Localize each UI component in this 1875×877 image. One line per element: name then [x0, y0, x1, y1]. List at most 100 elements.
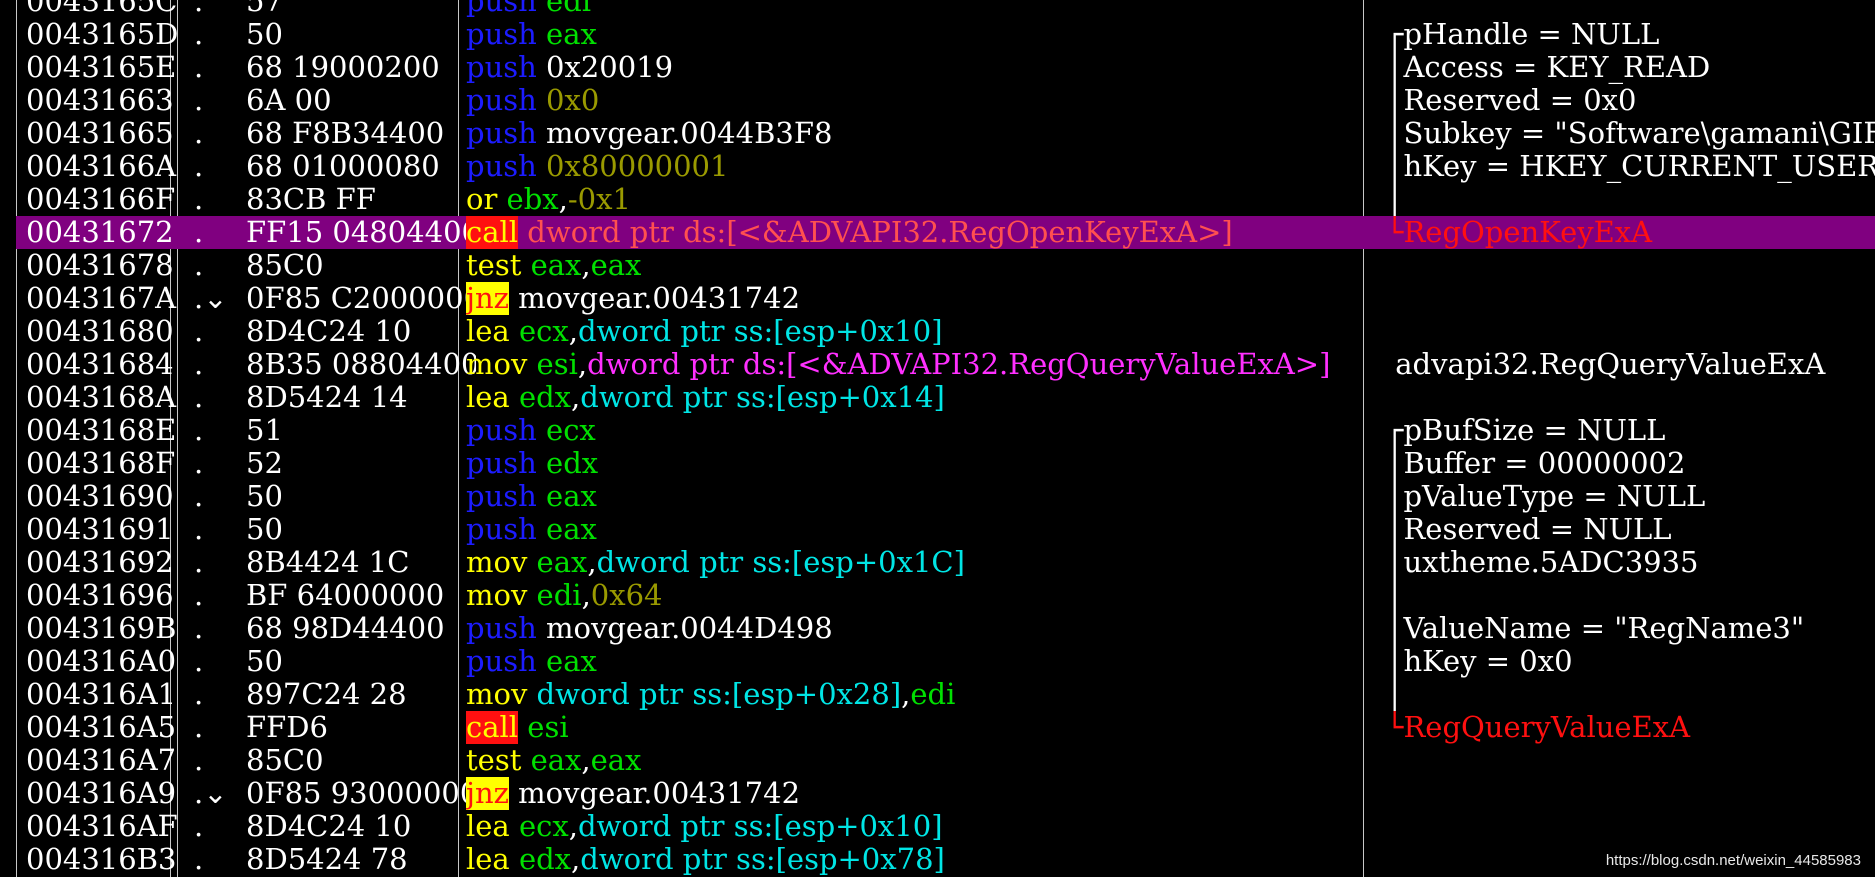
watermark: https://blog.csdn.net/weixin_44585983 — [1605, 852, 1861, 869]
comment-cell: │pValueType = NULL — [1386, 480, 1706, 513]
flow-marker: . — [194, 51, 204, 84]
instruction-row[interactable]: 0043165D. 50 push eax ┌pHandle = NULL — [16, 18, 1875, 51]
operand: dword ptr ss:[esp+0x10] — [577, 315, 943, 348]
instruction-row[interactable]: 004316A5. FFD6 call esi └RegQueryValueExA — [16, 711, 1875, 744]
address-cell: 004316A7 — [26, 744, 177, 777]
mnemonic: lea — [466, 810, 510, 843]
flow-marker: . — [194, 612, 204, 645]
operand: eax — [590, 249, 642, 282]
hex-bytes-cell: FFD6 — [246, 711, 328, 744]
instruction-row[interactable]: 004316A1. 897C24 28 mov dword ptr ss:[esp+… — [16, 678, 1875, 711]
hex-bytes-cell: 50 — [246, 645, 283, 678]
hex-bytes-cell: 8D5424 78 — [246, 843, 408, 876]
disassembly-cell: push edi — [466, 0, 1366, 18]
address-cell: 004316A1 — [26, 678, 177, 711]
hex-bytes-cell: 85C0 — [246, 249, 324, 282]
mnemonic: push — [466, 513, 537, 546]
hex-bytes-cell: 6A 00 — [246, 84, 332, 117]
hex-bytes-cell: 50 — [246, 513, 283, 546]
flow-marker: . — [194, 480, 204, 513]
comment-cell — [1386, 249, 1875, 282]
flow-marker: . — [194, 744, 204, 777]
instruction-row[interactable]: 0043166F. 83CB FF or ebx,-0x1 │ — [16, 183, 1875, 216]
mnemonic: push — [466, 0, 537, 18]
operand: edi — [910, 678, 956, 711]
mnemonic: push — [466, 84, 537, 117]
comment-cell — [1386, 282, 1875, 315]
mnemonic: test — [466, 249, 522, 282]
mnemonic: push — [466, 18, 537, 51]
hex-bytes-cell: 68 F8B34400 — [246, 117, 445, 150]
operand: eax — [536, 645, 597, 678]
flow-marker: . — [194, 150, 204, 183]
flow-marker: . — [194, 678, 204, 711]
instruction-row[interactable]: 004316A9 .⌄ 0F85 93000000 jnz movgear.00431… — [16, 777, 1875, 810]
instruction-row[interactable]: 00431663. 6A 00 push 0x0 │Reserved = 0x0 — [16, 84, 1875, 117]
operand: 0x20019 — [536, 51, 674, 84]
address-cell: 00431678 — [26, 249, 174, 282]
disassembly-cell: push 0x80000001 — [466, 150, 1366, 183]
instruction-row[interactable]: 00431665. 68 F8B34400 push movgear.0044B3F… — [16, 117, 1875, 150]
instruction-row[interactable]: 0043165E. 68 19000200 push 0x20019 │Access … — [16, 51, 1875, 84]
comment-cell: │ — [1386, 183, 1404, 216]
hex-bytes-cell: 68 98D44400 — [246, 612, 445, 645]
instruction-row[interactable]: 00431680. 8D4C24 10 lea ecx,dword ptr ss:[… — [16, 315, 1875, 348]
address-cell: 004316A5 — [26, 711, 177, 744]
comment-cell — [1386, 0, 1875, 18]
operand: dword ptr ds:[<&ADVAPI32.RegOpenKeyExA>] — [518, 216, 1233, 249]
comment-cell: │ — [1386, 678, 1404, 711]
comment-cell: advapi32.RegQueryValueExA — [1386, 348, 1826, 381]
instruction-row[interactable]: 004316A0. 50 push eax │hKey = 0x0 — [16, 645, 1875, 678]
hex-bytes-cell: 0F85 93000000 — [246, 777, 476, 810]
flow-marker: . — [194, 843, 204, 876]
instruction-row[interactable]: 004316AF. 8D4C24 10 lea ecx,dword ptr ss:[… — [16, 810, 1875, 843]
instruction-row[interactable]: 0043168E. 51 push ecx ┌pBufSize = NULL — [16, 414, 1875, 447]
instruction-row[interactable]: 0043167A .⌄ 0F85 C2000000 jnz movgear.00431… — [16, 282, 1875, 315]
operand: 0x0 — [536, 84, 600, 117]
instruction-row[interactable]: 0043168F. 52 push edx │Buffer = 00000002 — [16, 447, 1875, 480]
instruction-row[interactable]: 00431696. BF 64000000 mov edi,0x64 │ — [16, 579, 1875, 612]
instruction-row[interactable]: 00431690. 50 push eax │pValueType = NULL — [16, 480, 1875, 513]
comment-cell: └RegQueryValueExA — [1386, 711, 1691, 744]
comment-cell: ┌pHandle = NULL — [1386, 18, 1660, 51]
flow-marker: . — [194, 183, 204, 216]
operand: ecx — [509, 315, 569, 348]
address-cell: 00431692 — [26, 546, 174, 579]
instruction-row[interactable]: 00431691. 50 push eax │Reserved = NULL — [16, 513, 1875, 546]
instruction-row[interactable]: 004316B3. 8D5424 78 lea edx,dword ptr ss:[… — [16, 843, 1875, 876]
operand: edx — [536, 447, 599, 480]
address-cell: 004316A0 — [26, 645, 177, 678]
flow-marker: . — [194, 348, 204, 381]
operand: , — [558, 183, 568, 216]
address-cell: 0043168F — [26, 447, 176, 480]
instruction-row[interactable]: 00431692. 8B4424 1C mov eax,dword ptr ss:[… — [16, 546, 1875, 579]
mnemonic: push — [466, 645, 537, 678]
operand: , — [581, 579, 591, 612]
instruction-row[interactable]: 0043169B. 68 98D44400 push movgear.0044D49… — [16, 612, 1875, 645]
instruction-row[interactable]: 0043165C. 57 push edi — [16, 0, 1875, 18]
operand: esi — [527, 348, 578, 381]
operand: edi — [527, 579, 582, 612]
flow-marker: . — [194, 447, 204, 480]
address-cell: 00431690 — [26, 480, 174, 513]
operand: 0x64 — [590, 579, 663, 612]
operand: , — [581, 744, 591, 777]
mnemonic: push — [466, 51, 537, 84]
instruction-row[interactable]: 00431678. 85C0 test eax,eax — [16, 249, 1875, 282]
instruction-row-selected[interactable]: 00431672. FF15 04804400 call dword ptr ds:… — [16, 216, 1875, 249]
instruction-row[interactable]: 00431684. 8B35 08804400 mov esi,dword ptr … — [16, 348, 1875, 381]
operand: edx — [509, 381, 572, 414]
hex-bytes-cell: 51 — [246, 414, 283, 447]
mnemonic: mov — [466, 579, 528, 612]
flow-marker: . — [194, 645, 204, 678]
operand: eax — [521, 249, 582, 282]
disassembly-cell: lea edx,dword ptr ss:[esp+0x14] — [466, 381, 1366, 414]
operand: eax — [590, 744, 642, 777]
disassembly-view[interactable]: 0043165C. 57 push edi 0043165D. 50 push eax ┌p… — [0, 0, 1875, 877]
mnemonic: push — [466, 117, 537, 150]
flow-marker: . — [194, 249, 204, 282]
mnemonic: mov — [466, 546, 528, 579]
instruction-row[interactable]: 0043166A. 68 01000080 push 0x80000001 │hKey… — [16, 150, 1875, 183]
instruction-row[interactable]: 004316A7. 85C0 test eax,eax — [16, 744, 1875, 777]
instruction-row[interactable]: 0043168A. 8D5424 14 lea edx,dword ptr ss:[… — [16, 381, 1875, 414]
